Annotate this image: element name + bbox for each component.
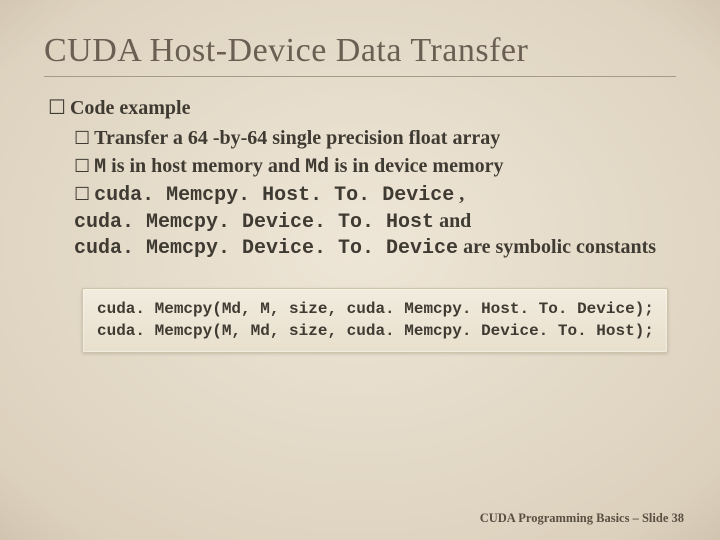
slide: CUDA Host-Device Data Transfer ☐Code exa… [0, 0, 720, 540]
bullet-constants-tail: are symbolic constants [458, 236, 656, 258]
sep-comma: , [454, 183, 464, 205]
sep-and: and [434, 210, 471, 232]
bullet-memory: ☐M is in host memory and Md is in device… [74, 154, 676, 181]
bullet-memory-tail: is in device memory [329, 155, 503, 177]
square-bullet-icon: ☐ [74, 183, 90, 206]
code-line-2: cuda. Memcpy(M, Md, size, cuda. Memcpy. … [97, 322, 654, 340]
bullet-constants: ☐cuda. Memcpy. Host. To. Device , cuda. … [74, 182, 676, 262]
bullet-memory-mid: is in host memory and [106, 155, 305, 177]
bullet-lvl1: ☐Code example [48, 95, 676, 120]
code-inline-m: M [94, 156, 106, 179]
code-block: cuda. Memcpy(Md, M, size, cuda. Memcpy. … [82, 288, 668, 353]
square-bullet-icon: ☐ [74, 155, 90, 178]
slide-footer: CUDA Programming Basics – Slide 38 [480, 511, 684, 526]
code-inline-md: Md [305, 156, 329, 179]
bullet-lvl2-group: ☐Transfer a 64 -by-64 single precision f… [48, 126, 676, 262]
slide-number: 38 [672, 511, 685, 525]
bullet-transfer: ☐Transfer a 64 -by-64 single precision f… [74, 126, 676, 152]
bullet-lvl1-text: Code example [70, 97, 191, 119]
footer-label: CUDA Programming Basics – Slide [480, 511, 672, 525]
content-area: ☐Code example ☐Transfer a 64 -by-64 sing… [44, 95, 676, 353]
code-line-1: cuda. Memcpy(Md, M, size, cuda. Memcpy. … [97, 300, 654, 318]
bullet-transfer-text: Transfer a 64 -by-64 single precision fl… [94, 127, 500, 149]
code-inline-d2d: cuda. Memcpy. Device. To. Device [74, 237, 458, 260]
square-bullet-icon: ☐ [48, 95, 66, 120]
square-bullet-icon: ☐ [74, 127, 90, 150]
code-inline-d2h: cuda. Memcpy. Device. To. Host [74, 211, 434, 234]
slide-title: CUDA Host-Device Data Transfer [44, 32, 676, 77]
code-inline-h2d: cuda. Memcpy. Host. To. Device [94, 184, 454, 207]
